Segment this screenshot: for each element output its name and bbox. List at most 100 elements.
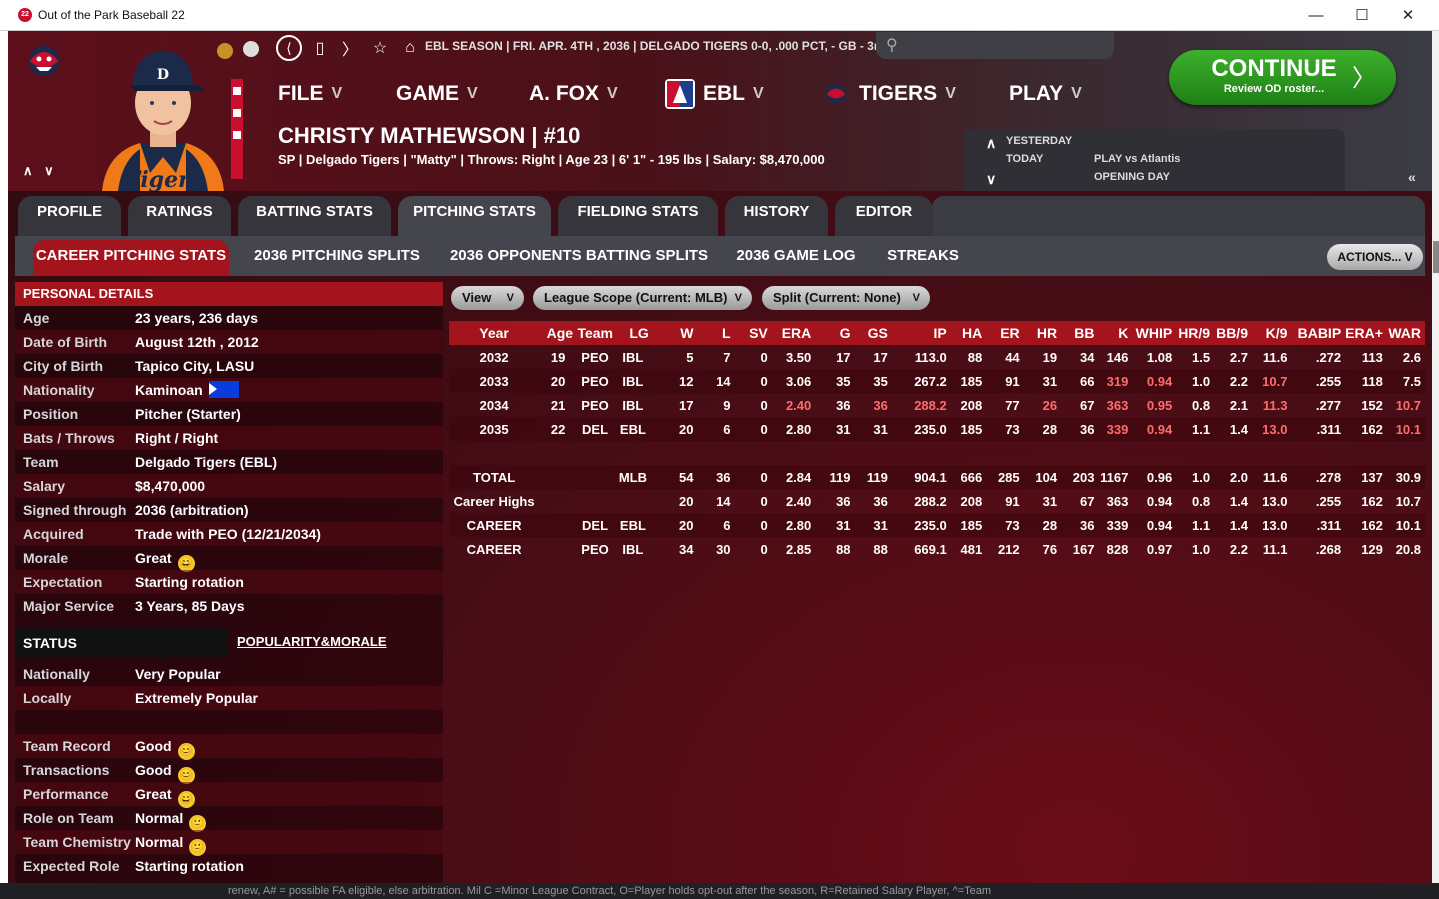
menu-team[interactable]: TIGERS V	[821, 78, 956, 110]
column-header[interactable]: G	[815, 321, 855, 345]
column-header[interactable]: ER	[986, 321, 1024, 345]
table-cell	[543, 537, 577, 561]
tab-ratings[interactable]: RATINGS	[128, 196, 231, 236]
tigers-team-logo[interactable]	[18, 41, 70, 81]
column-header[interactable]: HR	[1023, 321, 1062, 345]
chevron-up-icon[interactable]: ∧	[986, 135, 996, 152]
table-cell: 13.0	[1251, 513, 1292, 537]
detail-value: Right / Right	[135, 426, 218, 450]
detail-row: Position Pitcher (Starter)	[15, 402, 443, 426]
detail-key: Team Chemistry	[23, 834, 131, 850]
column-header[interactable]: BB	[1061, 321, 1099, 345]
collapse-panel-icon[interactable]: «	[1408, 169, 1416, 185]
column-header[interactable]: SV	[734, 321, 772, 345]
subtab-career-pitching-stats[interactable]: CAREER PITCHING STATS	[33, 240, 229, 276]
subtab-pitching-splits[interactable]: 2036 PITCHING SPLITS	[242, 240, 432, 276]
minimize-button[interactable]: —	[1293, 0, 1339, 31]
table-cell: 21	[550, 397, 566, 413]
tab-editor[interactable]: EDITOR	[835, 196, 933, 236]
detail-value-text: Right / Right	[135, 430, 219, 446]
column-header[interactable]: BABIP	[1291, 321, 1346, 345]
column-header[interactable]: L	[697, 321, 735, 345]
table-cell: 363	[1106, 493, 1129, 509]
table-cell: 1.4	[1214, 417, 1252, 441]
actions-dropdown[interactable]: ACTIONS... V	[1327, 244, 1423, 270]
close-button[interactable]: ✕	[1385, 0, 1431, 31]
table-cell: 0.94	[1132, 513, 1177, 537]
table-cell: IBL	[622, 541, 644, 557]
table-cell: 10.7	[1395, 397, 1421, 413]
subtab-opponents-batting-splits[interactable]: 2036 OPPONENTS BATTING SPLITS	[445, 240, 713, 276]
tab-fielding-stats[interactable]: FIELDING STATS	[558, 196, 718, 236]
tab-pitching-stats[interactable]: PITCHING STATS	[398, 196, 551, 236]
detail-value-text: 3 Years, 85 Days	[135, 598, 245, 614]
column-header[interactable]: LG	[617, 321, 653, 345]
forward-icon[interactable]: 〉	[338, 36, 362, 60]
table-cell	[577, 441, 617, 465]
column-header[interactable]: Team	[577, 321, 617, 345]
detail-row	[15, 710, 443, 734]
column-header[interactable]: K/9	[1251, 321, 1292, 345]
column-header[interactable]: GS	[854, 321, 892, 345]
table-cell: 185	[950, 369, 987, 393]
detail-row: Locally Extremely Popular	[15, 686, 443, 710]
tab-profile[interactable]: PROFILE	[18, 196, 121, 236]
column-header[interactable]: ERA	[771, 321, 816, 345]
table-cell: EBL	[617, 417, 653, 441]
table-cell	[543, 513, 578, 537]
window-icon[interactable]: ▯	[308, 38, 332, 58]
schedule-today-game[interactable]: PLAY vs Atlantis	[1094, 153, 1180, 165]
detail-key: Date of Birth	[23, 334, 107, 350]
detail-key: Transactions	[23, 762, 110, 778]
detail-value: Great 😄	[135, 782, 195, 808]
column-header[interactable]: WHIP	[1132, 321, 1177, 345]
prev-next-player-arrows[interactable]: ∧ ∨	[23, 163, 58, 179]
search-box[interactable]: ⚲	[876, 32, 1114, 59]
table-cell: 2032	[479, 349, 509, 365]
column-header[interactable]: BB/9	[1214, 321, 1252, 345]
column-header[interactable]: W	[652, 321, 698, 345]
column-header[interactable]: Year	[449, 321, 544, 345]
menu-league[interactable]: EBL V	[665, 78, 764, 110]
table-row: CAREER PEO IBL 34 30 0 2.85 88 88 669.1 481 212 76 16…	[449, 537, 1425, 561]
detail-value: Normal 🙂	[135, 806, 207, 832]
menu-play[interactable]: PLAY V	[1009, 78, 1082, 110]
split-dropdown[interactable]: Split (Current: None) V	[762, 286, 930, 310]
star-icon[interactable]: ☆	[368, 38, 392, 58]
back-forward-icon[interactable]: ⟨	[276, 35, 302, 61]
home-icon[interactable]: ⌂	[398, 39, 422, 57]
scrollbar-thumb[interactable]	[1433, 241, 1439, 273]
table-cell: CAREER	[449, 513, 544, 537]
column-header[interactable]: Age	[543, 321, 578, 345]
table-cell	[617, 441, 653, 465]
chevron-down-icon: V	[607, 85, 618, 102]
table-cell: .255	[1315, 493, 1342, 509]
detail-value-text: 2036 (arbitration)	[135, 502, 249, 518]
column-header[interactable]: WAR	[1386, 321, 1425, 345]
menu-file[interactable]: FILE V	[278, 78, 342, 110]
table-cell: 11.3	[1262, 397, 1288, 413]
search-input[interactable]	[910, 36, 1100, 54]
chevron-down-icon[interactable]: ∨	[986, 171, 996, 188]
menu-play-label: PLAY	[1009, 82, 1064, 105]
column-header[interactable]: HR/9	[1176, 321, 1215, 345]
maximize-button[interactable]: ☐	[1339, 0, 1385, 31]
menu-league-label: EBL	[703, 82, 745, 105]
table-cell: 113	[1361, 349, 1383, 365]
menu-manager[interactable]: A. FOX V	[529, 78, 618, 110]
continue-button[interactable]: CONTINUE Review OD roster... 〉	[1169, 50, 1396, 105]
column-header[interactable]: HA	[950, 321, 987, 345]
subtab-streaks[interactable]: STREAKS	[878, 240, 968, 276]
column-header[interactable]: K	[1098, 321, 1133, 345]
tab-batting-stats[interactable]: BATTING STATS	[238, 196, 391, 236]
table-cell: 339	[1098, 417, 1133, 441]
subtab-game-log[interactable]: 2036 GAME LOG	[726, 240, 866, 276]
column-header[interactable]: IP	[891, 321, 951, 345]
view-dropdown[interactable]: View V	[451, 286, 524, 310]
table-cell: 2.40	[785, 397, 812, 413]
column-header[interactable]: ERA+	[1345, 321, 1387, 345]
league-scope-dropdown[interactable]: League Scope (Current: MLB) V	[533, 286, 752, 310]
popularity-morale-link[interactable]: POPULARITY&MORALE	[237, 634, 387, 649]
tab-history[interactable]: HISTORY	[725, 196, 828, 236]
menu-game[interactable]: GAME V	[396, 78, 478, 110]
